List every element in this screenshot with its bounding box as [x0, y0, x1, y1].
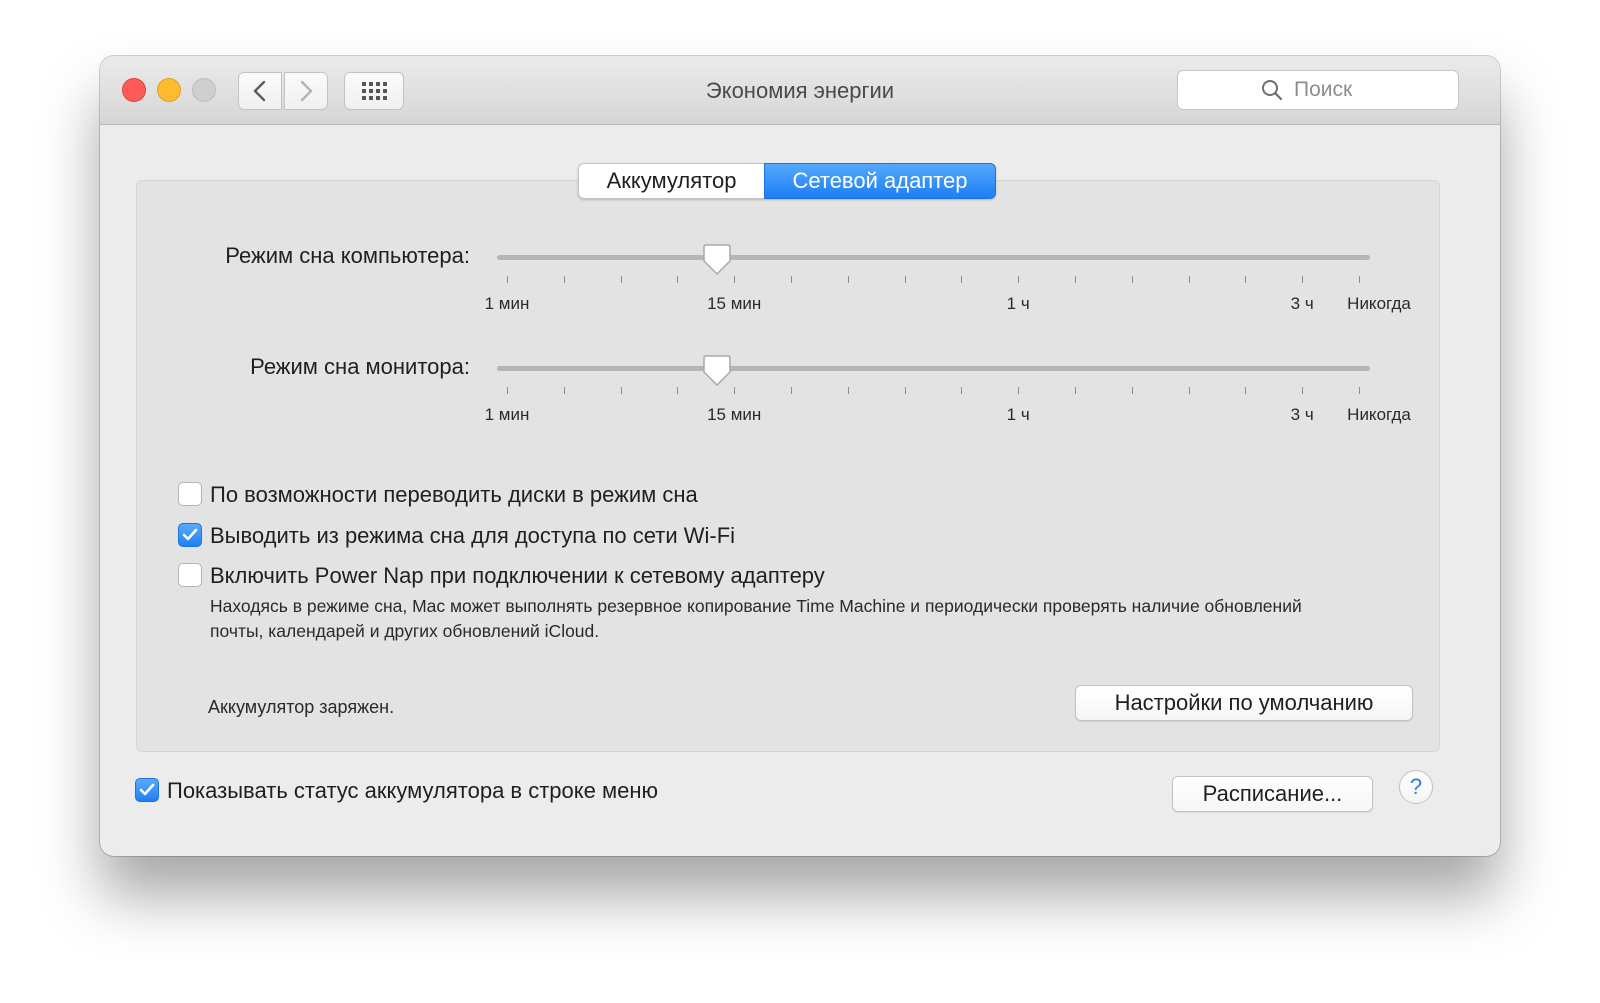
slider-tick [847, 276, 849, 283]
tab-battery[interactable]: Аккумулятор [578, 163, 764, 199]
disk-sleep-checkbox[interactable] [178, 482, 202, 506]
energy-saver-window: Экономия энергии Аккумулятор Сетевой ада… [100, 56, 1500, 856]
slider-tick-label: 3 ч [1290, 405, 1314, 424]
search-icon [1262, 80, 1283, 101]
slider-tick [507, 387, 508, 394]
slider-tick [1018, 276, 1020, 283]
show-battery-status-checkbox[interactable] [135, 778, 159, 802]
slider-tick [1302, 387, 1304, 394]
slider-tick [1359, 276, 1360, 283]
slider-tick [1188, 276, 1190, 283]
slider-tick [734, 276, 736, 283]
slider-tick-label: 3 ч [1290, 294, 1314, 313]
slider-tick [1188, 387, 1190, 394]
slider-tick [791, 387, 792, 394]
slider-thumb[interactable] [702, 243, 732, 277]
show-battery-status-label[interactable]: Показывать статус аккумулятора в строке … [167, 778, 658, 804]
search-field[interactable] [1177, 70, 1459, 110]
display-sleep-label: Режим сна монитора: [250, 354, 470, 379]
slider-tick-label: 15 мин [707, 405, 762, 424]
slider-tick [1131, 276, 1133, 283]
wake-wifi-label[interactable]: Выводить из режима сна для доступа по се… [210, 523, 735, 549]
schedule-button[interactable]: Расписание... [1172, 776, 1373, 812]
power-nap-description: Находясь в режиме сна, Mac может выполня… [210, 596, 1302, 641]
slider-tick [620, 387, 622, 394]
slider-tick [1075, 276, 1076, 283]
slider-tick [563, 387, 565, 394]
help-icon: ? [1409, 774, 1423, 799]
slider-tick [677, 276, 679, 283]
slider-tick-label: 1 ч [1006, 405, 1030, 424]
power-nap-label[interactable]: Включить Power Nap при подключении к сет… [210, 563, 825, 589]
slider-tick [1075, 387, 1076, 394]
power-nap-checkbox[interactable] [178, 563, 202, 587]
title-bar: Экономия энергии [100, 56, 1500, 125]
search-input[interactable] [1292, 77, 1376, 103]
slider-tick-label: 1 ч [1006, 294, 1030, 313]
slider-tick [1302, 276, 1304, 283]
slider-tick [961, 387, 963, 394]
slider-tick [791, 276, 792, 283]
slider-thumb[interactable] [702, 354, 732, 388]
slider-tick [1018, 387, 1020, 394]
help-button[interactable]: ? [1399, 770, 1433, 804]
slider-tick [1131, 387, 1133, 394]
slider-tick [620, 276, 622, 283]
slider-tick-label: Никогда [1347, 294, 1411, 313]
slider-tick [1245, 276, 1247, 283]
slider-tick-label: 1 мин [484, 405, 530, 424]
slider-tick-label: 15 мин [707, 294, 762, 313]
checkmark-icon [139, 783, 155, 796]
battery-status-text: Аккумулятор заряжен. [208, 697, 395, 717]
computer-sleep-label: Режим сна компьютера: [225, 243, 470, 268]
slider-tick [847, 387, 849, 394]
tab-bar: Аккумулятор Сетевой адаптер [578, 163, 996, 199]
checkmark-icon [182, 528, 198, 541]
tab-power-adapter[interactable]: Сетевой адаптер [764, 163, 996, 199]
slider-track[interactable] [497, 366, 1370, 371]
slider-tick [507, 276, 508, 283]
slider-tick [563, 276, 565, 283]
slider-tick-label: 1 мин [484, 294, 530, 313]
slider-tick [1359, 387, 1360, 394]
slider-tick-label: Никогда [1347, 405, 1411, 424]
slider-tick [904, 387, 906, 394]
slider-tick [734, 387, 736, 394]
slider-track[interactable] [497, 255, 1370, 260]
restore-defaults-button[interactable]: Настройки по умолчанию [1075, 685, 1413, 721]
slider-tick [677, 387, 679, 394]
slider-tick [904, 276, 906, 283]
disk-sleep-label[interactable]: По возможности переводить диски в режим … [210, 482, 698, 508]
wake-wifi-checkbox[interactable] [178, 523, 202, 547]
slider-tick [1245, 387, 1247, 394]
slider-tick [961, 276, 963, 283]
